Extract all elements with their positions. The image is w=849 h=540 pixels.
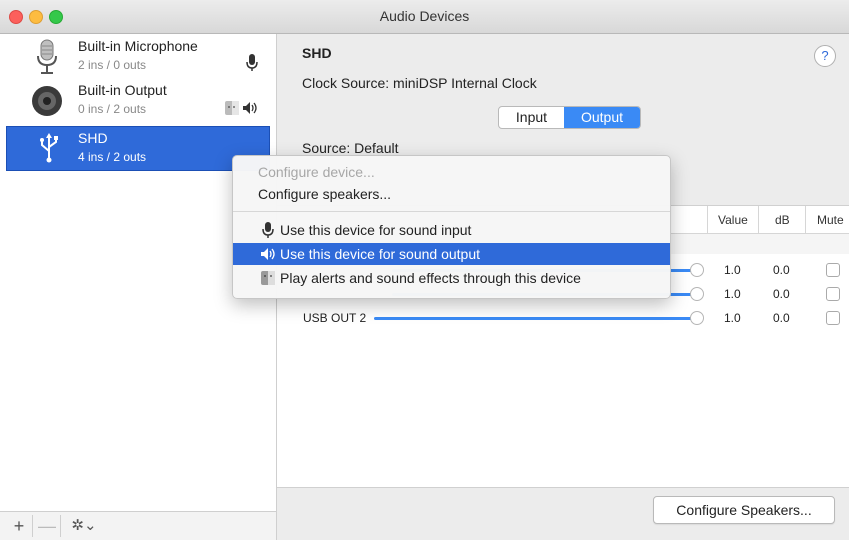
device-title: SHD: [302, 45, 332, 61]
device-name: Built-in Microphone: [78, 38, 198, 54]
microphone-icon: [37, 39, 57, 74]
device-name: SHD: [78, 130, 108, 146]
volume-slider-track[interactable]: [374, 317, 697, 320]
volume-slider-knob[interactable]: [690, 311, 704, 325]
device-item-built-in-output[interactable]: Built-in Output 0 ins / 2 outs: [6, 80, 270, 123]
microphone-icon: [262, 222, 274, 238]
column-header-mute: Mute: [817, 213, 844, 227]
device-context-menu: Configure device... Configure speakers..…: [232, 155, 671, 299]
title-bar: Audio Devices: [0, 0, 849, 34]
value-cell: 1.0: [724, 263, 741, 277]
gear-menu-button[interactable]: ✲⌄: [64, 515, 104, 537]
configure-speakers-button[interactable]: Configure Speakers...: [653, 496, 835, 524]
menu-item-use-for-output[interactable]: Use this device for sound output: [233, 243, 670, 265]
microphone-icon: [246, 54, 258, 71]
column-divider: [758, 206, 759, 233]
column-header-value: Value: [718, 213, 748, 227]
menu-item-label: Use this device for sound input: [280, 222, 472, 238]
menu-item-use-for-input[interactable]: Use this device for sound input: [233, 219, 670, 241]
mute-checkbox[interactable]: [826, 287, 840, 301]
volume-slider-knob[interactable]: [690, 263, 704, 277]
menu-item-play-alerts[interactable]: Play alerts and sound effects through th…: [233, 267, 670, 289]
source-label: Source: Default: [302, 140, 399, 156]
speaker-icon: [32, 86, 62, 116]
speaker-icon: [261, 248, 275, 260]
remove-device-button[interactable]: —: [34, 515, 61, 537]
db-cell: 0.0: [773, 263, 790, 277]
menu-item-label: Use this device for sound output: [280, 246, 481, 262]
menu-item-configure-speakers[interactable]: Configure speakers...: [233, 183, 670, 205]
finder-icon: [225, 101, 239, 115]
volume-slider-knob[interactable]: [690, 287, 704, 301]
value-cell: 1.0: [724, 287, 741, 301]
channel-label: USB OUT 2: [303, 311, 367, 325]
usb-icon: [40, 133, 58, 163]
mute-checkbox[interactable]: [826, 263, 840, 277]
device-name: Built-in Output: [78, 82, 167, 98]
menu-item-label: Configure speakers...: [258, 186, 392, 202]
column-divider: [707, 206, 708, 233]
db-cell: 0.0: [773, 311, 790, 325]
device-channels: 0 ins / 2 outs: [78, 102, 147, 116]
menu-item-configure-device[interactable]: Configure device...: [233, 161, 670, 183]
help-button[interactable]: ?: [814, 45, 836, 67]
column-header-db: dB: [775, 213, 790, 227]
finder-icon: [261, 271, 275, 285]
device-item-built-in-microphone[interactable]: Built-in Microphone 2 ins / 0 outs: [6, 36, 270, 79]
table-row: USB OUT 2 1.0 0.0: [277, 306, 849, 330]
value-cell: 1.0: [724, 311, 741, 325]
db-cell: 0.0: [773, 287, 790, 301]
menu-item-label: Configure device...: [258, 164, 375, 180]
column-divider: [805, 206, 806, 233]
window-title: Audio Devices: [379, 8, 470, 24]
sidebar-toolbar: + — ✲⌄: [0, 511, 277, 540]
tab-output[interactable]: Output: [564, 107, 640, 128]
menu-item-label: Play alerts and sound effects through th…: [280, 270, 581, 286]
mute-checkbox[interactable]: [826, 311, 840, 325]
menu-separator: [233, 211, 670, 212]
add-device-button[interactable]: +: [6, 515, 33, 537]
device-channels: 4 ins / 2 outs: [78, 150, 147, 164]
tab-input[interactable]: Input: [499, 107, 564, 128]
device-item-shd[interactable]: SHD 4 ins / 2 outs: [6, 126, 270, 171]
input-output-segmented-control: Input Output: [498, 106, 641, 129]
speaker-icon: [243, 102, 257, 114]
device-channels: 2 ins / 0 outs: [78, 58, 147, 72]
clock-source-label: Clock Source: miniDSP Internal Clock: [302, 75, 537, 91]
